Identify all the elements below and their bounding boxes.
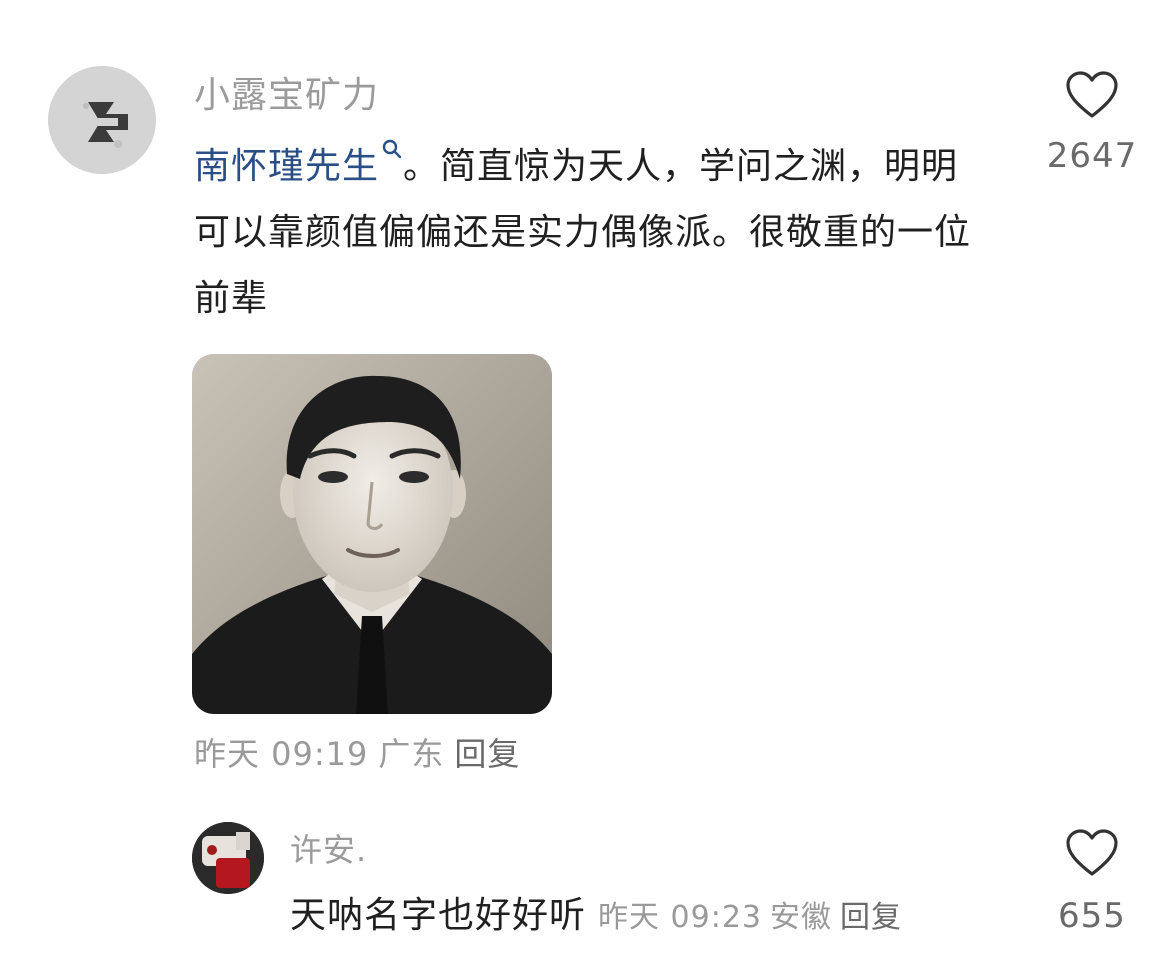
reply-button[interactable]: 回复 bbox=[840, 900, 902, 935]
comment-meta: 昨天 09:23 安徽 回复 bbox=[598, 900, 910, 935]
comment-text: 南怀瑾先生 。简直惊为天人，学问之渊，明明可以靠颜值偏偏还是实力偶像派。很敬重的一… bbox=[194, 134, 994, 332]
location: 广东 bbox=[378, 735, 445, 773]
like-count: 655 bbox=[1058, 896, 1126, 936]
reply-comment: 天呐名字也好好听 昨天 09:23 安徽 回复 bbox=[290, 892, 910, 946]
avatar[interactable] bbox=[192, 822, 264, 894]
timestamp: 昨天 09:23 bbox=[598, 900, 763, 935]
search-icon[interactable] bbox=[381, 138, 403, 160]
username[interactable]: 许安. bbox=[290, 830, 367, 870]
username[interactable]: 小露宝矿力 bbox=[194, 74, 379, 118]
timestamp: 昨天 09:19 bbox=[194, 735, 369, 773]
avatar-logo-icon bbox=[48, 66, 156, 174]
like-button[interactable]: 2647 bbox=[1046, 70, 1138, 176]
comment-image[interactable] bbox=[192, 354, 552, 714]
comment-meta: 昨天 09:19 广东 回复 bbox=[194, 734, 530, 774]
portrait-photo bbox=[192, 354, 552, 714]
heart-icon[interactable] bbox=[1065, 828, 1119, 878]
like-count: 2647 bbox=[1046, 136, 1138, 176]
location: 安徽 bbox=[770, 900, 833, 935]
heart-icon[interactable] bbox=[1065, 70, 1119, 120]
avatar[interactable] bbox=[48, 66, 156, 174]
reply-button[interactable]: 回复 bbox=[454, 735, 520, 773]
comment-text: 天呐名字也好好听 bbox=[290, 895, 587, 936]
like-button[interactable]: 655 bbox=[1046, 828, 1138, 936]
comment-thread: 小露宝矿力 南怀瑾先生 。简直惊为天人，学问之渊，明明可以靠颜值偏偏还是实力偶像派… bbox=[0, 0, 1170, 960]
avatar-image bbox=[192, 822, 264, 894]
mention-link[interactable]: 南怀瑾先生 bbox=[194, 146, 379, 187]
